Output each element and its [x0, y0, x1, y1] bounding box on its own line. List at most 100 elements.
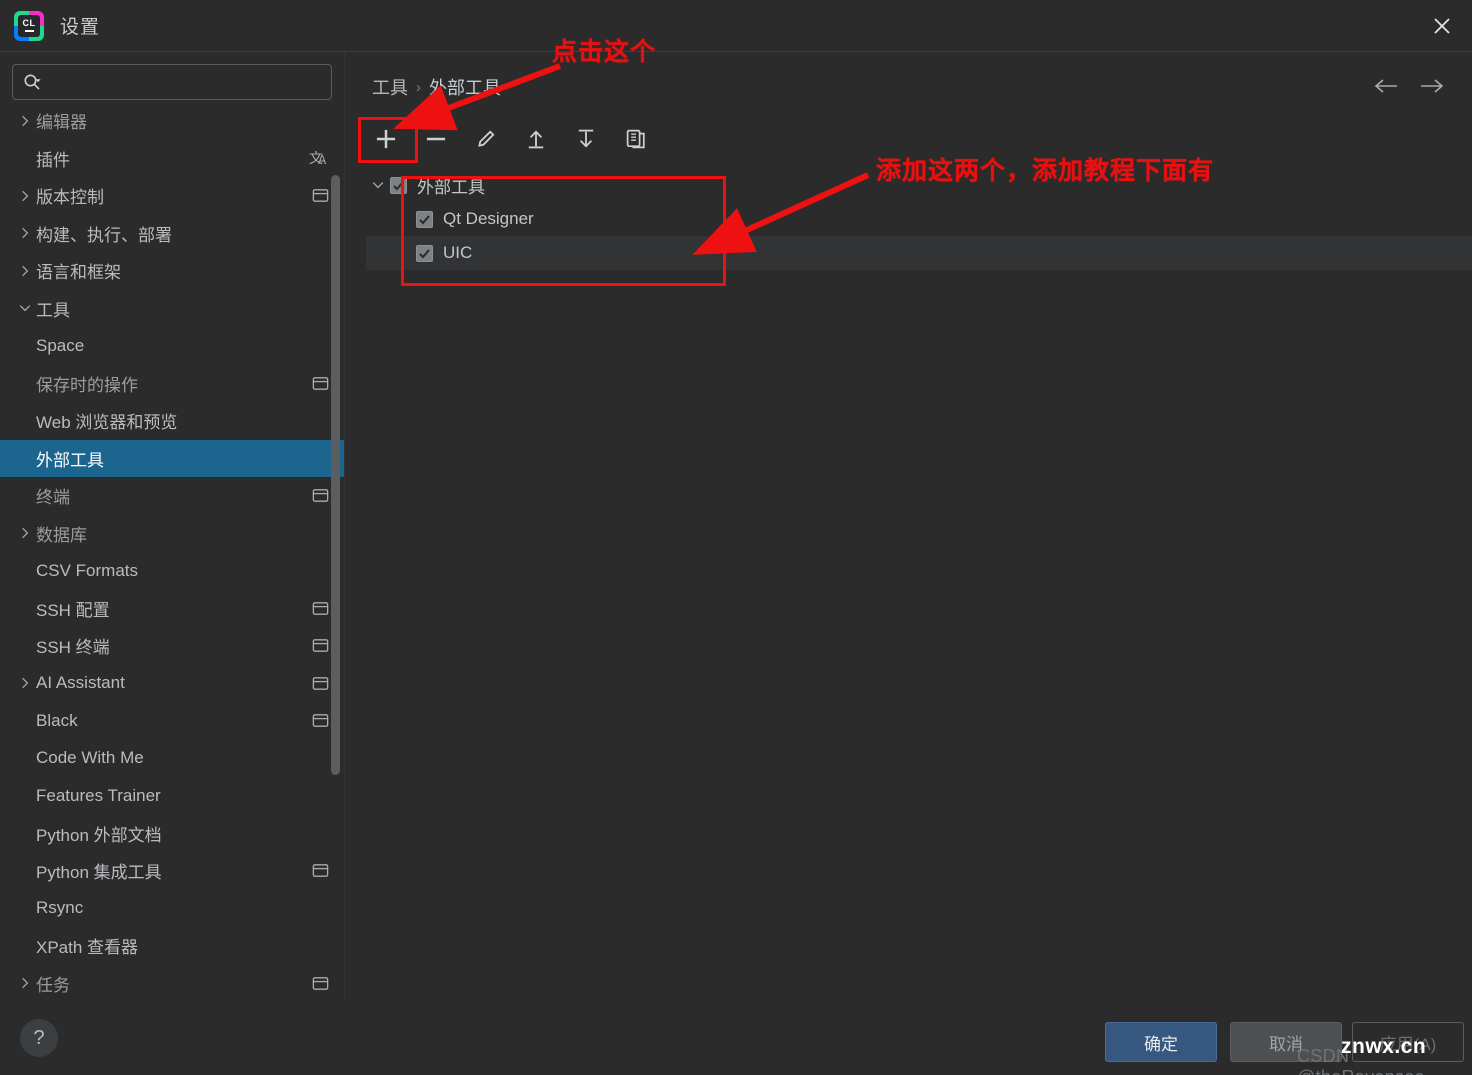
arrow-up-icon	[524, 127, 548, 156]
sidebar-item-label: Rsync	[36, 898, 84, 918]
arrow-left-icon[interactable]	[1372, 72, 1400, 100]
breadcrumb-item-1[interactable]: 外部工具	[429, 74, 501, 100]
search-box[interactable]	[12, 64, 332, 100]
sidebar-item-21[interactable]: Rsync	[0, 890, 344, 928]
tool-group-checkbox[interactable]	[390, 176, 407, 194]
chevron-right-icon[interactable]	[14, 263, 36, 279]
sidebar-item-label: SSH 配置	[36, 600, 110, 620]
add-button[interactable]	[366, 121, 406, 161]
sidebar-item-label: 语言和框架	[36, 263, 121, 283]
sidebar-item-label: 版本控制	[36, 188, 104, 208]
search-container	[0, 52, 344, 100]
window-icon	[311, 486, 330, 505]
sidebar-item-label: 任务	[36, 975, 70, 995]
sidebar-item-17[interactable]: Code With Me	[0, 740, 344, 778]
settings-content-panel: 工具 › 外部工具 外部工具 Qt Designer UIC	[346, 52, 1472, 1000]
sidebar-item-label: 工具	[36, 300, 70, 320]
settings-dialog: CL 设置 编辑器 插件文 A 版本控制 构建、执行、部署 语言和框架工具 Sp…	[0, 0, 1472, 1075]
sidebar-item-0[interactable]: 编辑器	[0, 102, 344, 140]
chevron-down-icon[interactable]	[14, 300, 36, 316]
sidebar-item-label: Features Trainer	[36, 785, 161, 805]
sidebar-item-5[interactable]: 工具	[0, 290, 344, 328]
sidebar-item-label: 终端	[36, 488, 70, 508]
plus-icon	[373, 126, 399, 157]
sidebar-scrollbar-track[interactable]	[331, 175, 340, 825]
sidebar-item-label: Web 浏览器和预览	[36, 413, 178, 433]
sidebar-item-label: Code With Me	[36, 748, 144, 768]
sidebar-item-7[interactable]: 保存时的操作	[0, 365, 344, 403]
window-icon	[311, 674, 330, 693]
sidebar-item-23[interactable]: 任务	[0, 965, 344, 1001]
sidebar-item-12[interactable]: CSV Formats	[0, 552, 344, 590]
tool-item-label: Qt Designer	[443, 209, 534, 228]
sidebar-item-label: 保存时的操作	[36, 375, 138, 395]
copy-icon	[624, 127, 648, 156]
sidebar-item-13[interactable]: SSH 配置	[0, 590, 344, 628]
sidebar-item-15[interactable]: AI Assistant	[0, 665, 344, 703]
svg-text:A: A	[318, 153, 327, 167]
tool-item-checkbox[interactable]	[416, 244, 433, 262]
sidebar-item-20[interactable]: Python 集成工具	[0, 852, 344, 890]
watermark-site: znwx.cn	[1341, 1035, 1427, 1058]
clion-icon: CL	[14, 10, 44, 41]
search-icon	[23, 73, 41, 91]
chevron-right-icon[interactable]	[14, 675, 36, 691]
chevron-down-icon[interactable]	[366, 177, 390, 193]
sidebar-item-3[interactable]: 构建、执行、部署	[0, 215, 344, 253]
window-icon	[311, 861, 330, 880]
sidebar-item-14[interactable]: SSH 终端	[0, 627, 344, 665]
arrow-down-icon	[574, 127, 598, 156]
tool-item-row[interactable]: UIC	[366, 236, 1472, 270]
external-tools-toolbar	[366, 121, 656, 161]
ok-button[interactable]: 确定	[1105, 1022, 1217, 1062]
sidebar-item-2[interactable]: 版本控制	[0, 177, 344, 215]
move-down-button[interactable]	[566, 121, 606, 161]
copy-button[interactable]	[616, 121, 656, 161]
chevron-right-icon[interactable]	[14, 113, 36, 129]
sidebar-item-8[interactable]: Web 浏览器和预览	[0, 402, 344, 440]
chevron-right-icon[interactable]	[14, 225, 36, 241]
sidebar-item-19[interactable]: Python 外部文档	[0, 815, 344, 853]
window-title: 设置	[60, 17, 101, 38]
dialog-button-bar: ? 确定 取消 应用(A)	[0, 1000, 1472, 1075]
chevron-right-icon[interactable]	[14, 525, 36, 541]
sidebar-scrollbar-thumb[interactable]	[331, 175, 340, 775]
sidebar-item-label: 编辑器	[36, 113, 87, 133]
sidebar-item-label: 构建、执行、部署	[36, 225, 172, 245]
arrow-right-icon[interactable]	[1418, 72, 1446, 100]
breadcrumb-item-0[interactable]: 工具	[372, 74, 408, 100]
navigation-buttons	[1372, 72, 1446, 100]
sidebar-item-18[interactable]: Features Trainer	[0, 777, 344, 815]
sidebar-item-11[interactable]: 数据库	[0, 515, 344, 553]
tool-item-row[interactable]: Qt Designer	[366, 202, 1472, 236]
tool-group-row[interactable]: 外部工具	[366, 168, 1472, 202]
window-icon	[311, 599, 330, 618]
sidebar-item-label: 数据库	[36, 525, 87, 545]
search-input[interactable]	[49, 73, 321, 91]
sidebar-item-1[interactable]: 插件 文 A	[0, 140, 344, 178]
tool-item-checkbox[interactable]	[416, 210, 433, 228]
pencil-icon	[474, 127, 498, 156]
sidebar-item-label: SSH 终端	[36, 638, 110, 658]
sidebar-item-label: 外部工具	[36, 450, 104, 470]
sidebar-item-label: Python 集成工具	[36, 863, 162, 883]
breadcrumb-separator: ›	[416, 78, 421, 96]
sidebar-item-10[interactable]: 终端	[0, 477, 344, 515]
close-icon[interactable]	[1422, 6, 1462, 46]
chevron-right-icon[interactable]	[14, 188, 36, 204]
window-icon	[311, 711, 330, 730]
sidebar-item-4[interactable]: 语言和框架	[0, 252, 344, 290]
tool-group-label: 外部工具	[417, 177, 485, 197]
edit-button[interactable]	[466, 121, 506, 161]
sidebar-item-6[interactable]: Space	[0, 327, 344, 365]
external-tools-tree: 外部工具 Qt Designer UIC	[366, 168, 1472, 270]
remove-button[interactable]	[416, 121, 456, 161]
sidebar-item-label: Space	[36, 335, 85, 355]
help-button[interactable]: ?	[20, 1019, 58, 1057]
chevron-right-icon[interactable]	[14, 975, 36, 991]
move-up-button[interactable]	[516, 121, 556, 161]
sidebar-item-22[interactable]: XPath 查看器	[0, 927, 344, 965]
window-icon	[311, 974, 330, 993]
sidebar-item-16[interactable]: Black	[0, 702, 344, 740]
sidebar-item-9[interactable]: 外部工具	[0, 439, 344, 477]
